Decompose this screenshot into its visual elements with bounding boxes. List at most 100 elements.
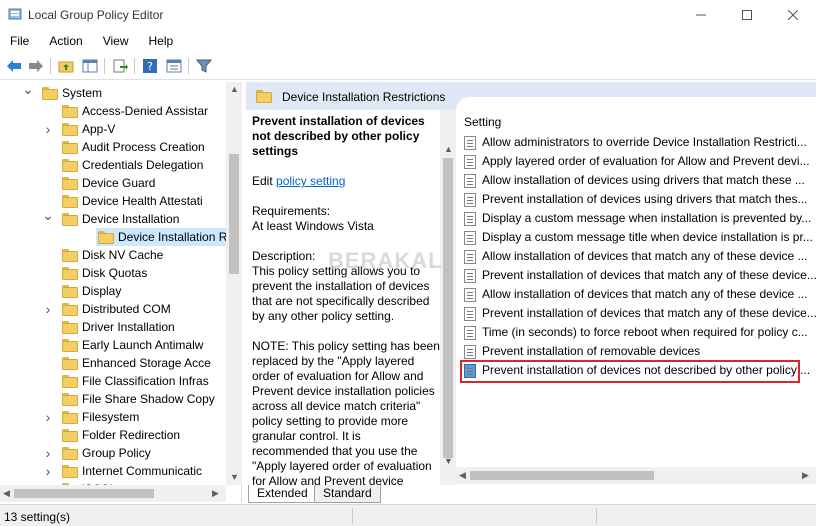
back-button[interactable] (4, 57, 24, 75)
details-pane: Device Installation Restrictions Prevent… (246, 82, 816, 502)
setting-row[interactable]: Prevent installation of devices using dr… (464, 190, 814, 209)
tree-item[interactable]: Folder Redirection (0, 426, 240, 444)
tree-item[interactable]: › Distributed COM (0, 300, 240, 318)
policy-setting-icon (464, 345, 476, 359)
chevron-right-icon[interactable]: › (42, 120, 54, 138)
tree-item[interactable]: › App-V (0, 120, 240, 138)
tree-item[interactable]: Enhanced Storage Acce (0, 354, 240, 372)
scrollbar-thumb[interactable] (443, 158, 453, 458)
tree-item-label: Driver Installation (82, 320, 175, 334)
tree-item[interactable]: Audit Process Creation (0, 138, 240, 156)
menu-file[interactable]: File (4, 34, 35, 48)
setting-label: Prevent installation of devices that mat… (482, 268, 816, 282)
setting-row[interactable]: Apply layered order of evaluation for Al… (464, 152, 814, 171)
tree-item[interactable]: Credentials Delegation (0, 156, 240, 174)
scroll-right-arrow-icon[interactable]: ▶ (212, 488, 219, 499)
note-text: NOTE: This policy setting has been repla… (252, 339, 440, 485)
setting-row[interactable]: Time (in seconds) to force reboot when r… (464, 323, 814, 342)
tree-item[interactable]: ⌄ System (0, 82, 240, 102)
up-folder-button[interactable] (56, 57, 76, 75)
policy-setting-icon (464, 136, 476, 150)
scroll-up-arrow-icon[interactable]: ▲ (230, 84, 239, 94)
setting-row[interactable]: Allow installation of devices that match… (464, 247, 814, 266)
menu-help[interactable]: Help (143, 34, 180, 48)
menu-view[interactable]: View (97, 34, 135, 48)
setting-row[interactable]: Allow installation of devices using driv… (464, 171, 814, 190)
tree-item[interactable]: Early Launch Antimalw (0, 336, 240, 354)
export-list-button[interactable] (110, 57, 130, 75)
tree-item[interactable]: Device Installation R (96, 228, 241, 246)
chevron-right-icon[interactable]: › (42, 444, 54, 462)
chevron-right-icon[interactable]: › (42, 300, 54, 318)
minimize-button[interactable] (678, 0, 724, 30)
tree-horizontal-scrollbar[interactable]: ◀ ▶ (0, 485, 226, 502)
setting-row[interactable]: Allow administrators to override Device … (464, 133, 814, 152)
help-icon: ? (143, 59, 157, 73)
scroll-down-arrow-icon[interactable]: ▼ (444, 456, 453, 466)
tree-item[interactable]: Access-Denied Assistar (0, 102, 240, 120)
tree-vertical-scrollbar[interactable]: ▲ ▼ (226, 82, 242, 485)
tree-item[interactable]: › Group Policy (0, 444, 240, 462)
tree-item-label: Credentials Delegation (82, 158, 204, 172)
show-hide-tree-button[interactable] (80, 57, 100, 75)
tree-item-label: Distributed COM (82, 302, 171, 316)
scrollbar-thumb[interactable] (14, 489, 154, 498)
tree-item[interactable]: › Internet Communicatic (0, 462, 240, 480)
tree-item-label: File Classification Infras (82, 374, 209, 388)
tab-standard[interactable]: Standard (314, 485, 381, 503)
properties-button[interactable] (164, 57, 184, 75)
scroll-left-arrow-icon[interactable]: ◀ (459, 470, 466, 481)
status-separator (596, 508, 597, 524)
setting-row[interactable]: Prevent installation of removable device… (464, 342, 814, 361)
close-button[interactable] (770, 0, 816, 30)
edit-policy-setting-link[interactable]: policy setting (276, 174, 345, 188)
folder-icon (62, 465, 78, 478)
scroll-up-arrow-icon[interactable]: ▲ (444, 144, 453, 154)
list-horizontal-scrollbar[interactable]: ◀ ▶ (456, 467, 816, 484)
forward-button[interactable] (26, 57, 46, 75)
setting-row[interactable]: Display a custom message when installati… (464, 209, 814, 228)
tree-item[interactable]: Device Health Attestati (0, 192, 240, 210)
tree-item[interactable]: Device Guard (0, 174, 240, 192)
chevron-right-icon[interactable]: › (42, 408, 54, 426)
tree-item[interactable]: ⌄ Device Installation (0, 207, 240, 228)
highlight-annotation (460, 360, 800, 383)
folder-icon (62, 321, 78, 334)
tab-extended[interactable]: Extended (248, 485, 317, 503)
setting-row[interactable]: Prevent installation of devices that mat… (464, 304, 816, 323)
tree-item[interactable]: Disk Quotas (0, 264, 240, 282)
setting-row[interactable]: Display a custom message title when devi… (464, 228, 814, 247)
tree-item[interactable]: Display (0, 282, 240, 300)
tree-item[interactable]: Disk NV Cache (0, 246, 240, 264)
scroll-down-arrow-icon[interactable]: ▼ (230, 472, 239, 482)
help-button[interactable]: ? (140, 57, 160, 75)
setting-row[interactable]: Prevent installation of devices that mat… (464, 266, 816, 285)
policy-heading: Prevent installation of devices not desc… (252, 114, 425, 158)
tree-item[interactable]: File Classification Infras (0, 372, 240, 390)
scrollbar-thumb[interactable] (470, 471, 654, 480)
menu-action[interactable]: Action (43, 34, 88, 48)
setting-label: Apply layered order of evaluation for Al… (482, 154, 810, 168)
tree-item-label: Disk NV Cache (82, 248, 164, 262)
close-icon (788, 10, 798, 20)
scroll-right-arrow-icon[interactable]: ▶ (802, 470, 809, 481)
console-tree: ⌄ System Access-Denied Assistar › App-V Audit… (0, 82, 242, 502)
policy-setting-icon (464, 326, 476, 340)
column-header-setting[interactable]: Setting (464, 115, 501, 129)
scrollbar-thumb[interactable] (229, 154, 239, 274)
filter-button[interactable] (194, 57, 214, 75)
tree-item[interactable]: › Filesystem (0, 408, 240, 426)
tree-item-label: Disk Quotas (82, 266, 148, 280)
tree-item[interactable]: Driver Installation (0, 318, 240, 336)
toolbar-separator (104, 58, 105, 74)
chevron-down-icon[interactable]: ⌄ (22, 82, 34, 98)
maximize-button[interactable] (724, 0, 770, 30)
tree-item-label: Device Installation R (118, 230, 228, 244)
tree-item[interactable]: File Share Shadow Copy (0, 390, 240, 408)
tree-item-label: Early Launch Antimalw (82, 338, 204, 352)
scroll-left-arrow-icon[interactable]: ◀ (3, 488, 10, 499)
description-vertical-scrollbar[interactable]: ▲ ▼ (440, 110, 456, 485)
setting-row[interactable]: Allow installation of devices that match… (464, 285, 814, 304)
chevron-down-icon[interactable]: ⌄ (42, 206, 54, 224)
chevron-right-icon[interactable]: › (42, 462, 54, 480)
